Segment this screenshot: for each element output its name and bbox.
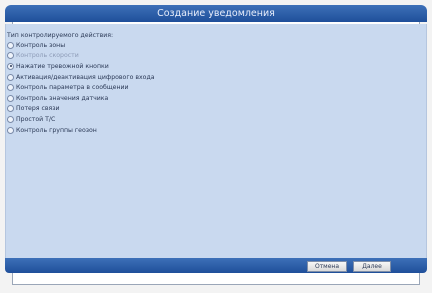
option-vehicle-idle[interactable]: Простой Т/С [7, 114, 155, 125]
option-label: Контроль зоны [16, 41, 66, 49]
option-sensor-value[interactable]: Контроль значения датчика [7, 93, 155, 104]
option-zone-control[interactable]: Контроль зоны [7, 40, 155, 51]
radio-icon[interactable] [7, 73, 14, 81]
option-label: Нажатие тревожной кнопки [16, 62, 109, 70]
option-label: Потеря связи [16, 105, 60, 113]
radio-icon[interactable] [7, 84, 14, 92]
option-connection-loss[interactable]: Потеря связи [7, 104, 155, 115]
next-button[interactable]: Далее [353, 261, 391, 272]
radio-icon[interactable] [7, 115, 14, 123]
option-label: Активация/деактивация цифрового входа [16, 73, 155, 81]
radio-icon[interactable] [7, 94, 14, 102]
option-label: Контроль скорости [16, 52, 79, 60]
radio-icon[interactable] [7, 105, 14, 113]
action-type-label: Тип контролируемого действия: [7, 32, 114, 39]
option-label: Контроль значения датчика [16, 94, 109, 102]
radio-icon[interactable] [7, 41, 14, 49]
option-geofence-group[interactable]: Контроль группы геозон [7, 125, 155, 136]
radio-icon[interactable] [7, 126, 14, 134]
option-message-parameter[interactable]: Контроль параметра в сообщении [7, 82, 155, 93]
option-speed-control[interactable]: Контроль скорости [7, 51, 155, 62]
option-panic-button[interactable]: Нажатие тревожной кнопки [7, 61, 155, 72]
dialog-title: Создание уведомления [5, 5, 427, 22]
option-label: Контроль группы геозон [16, 126, 97, 134]
option-label: Простой Т/С [16, 115, 56, 123]
cancel-button[interactable]: Отмена [307, 261, 347, 272]
action-type-options: Контроль зоны Контроль скорости Нажатие … [7, 40, 155, 135]
radio-icon[interactable] [7, 52, 14, 60]
option-label: Контроль параметра в сообщении [16, 84, 129, 92]
option-digital-input[interactable]: Активация/деактивация цифрового входа [7, 72, 155, 83]
radio-icon[interactable] [7, 62, 14, 70]
